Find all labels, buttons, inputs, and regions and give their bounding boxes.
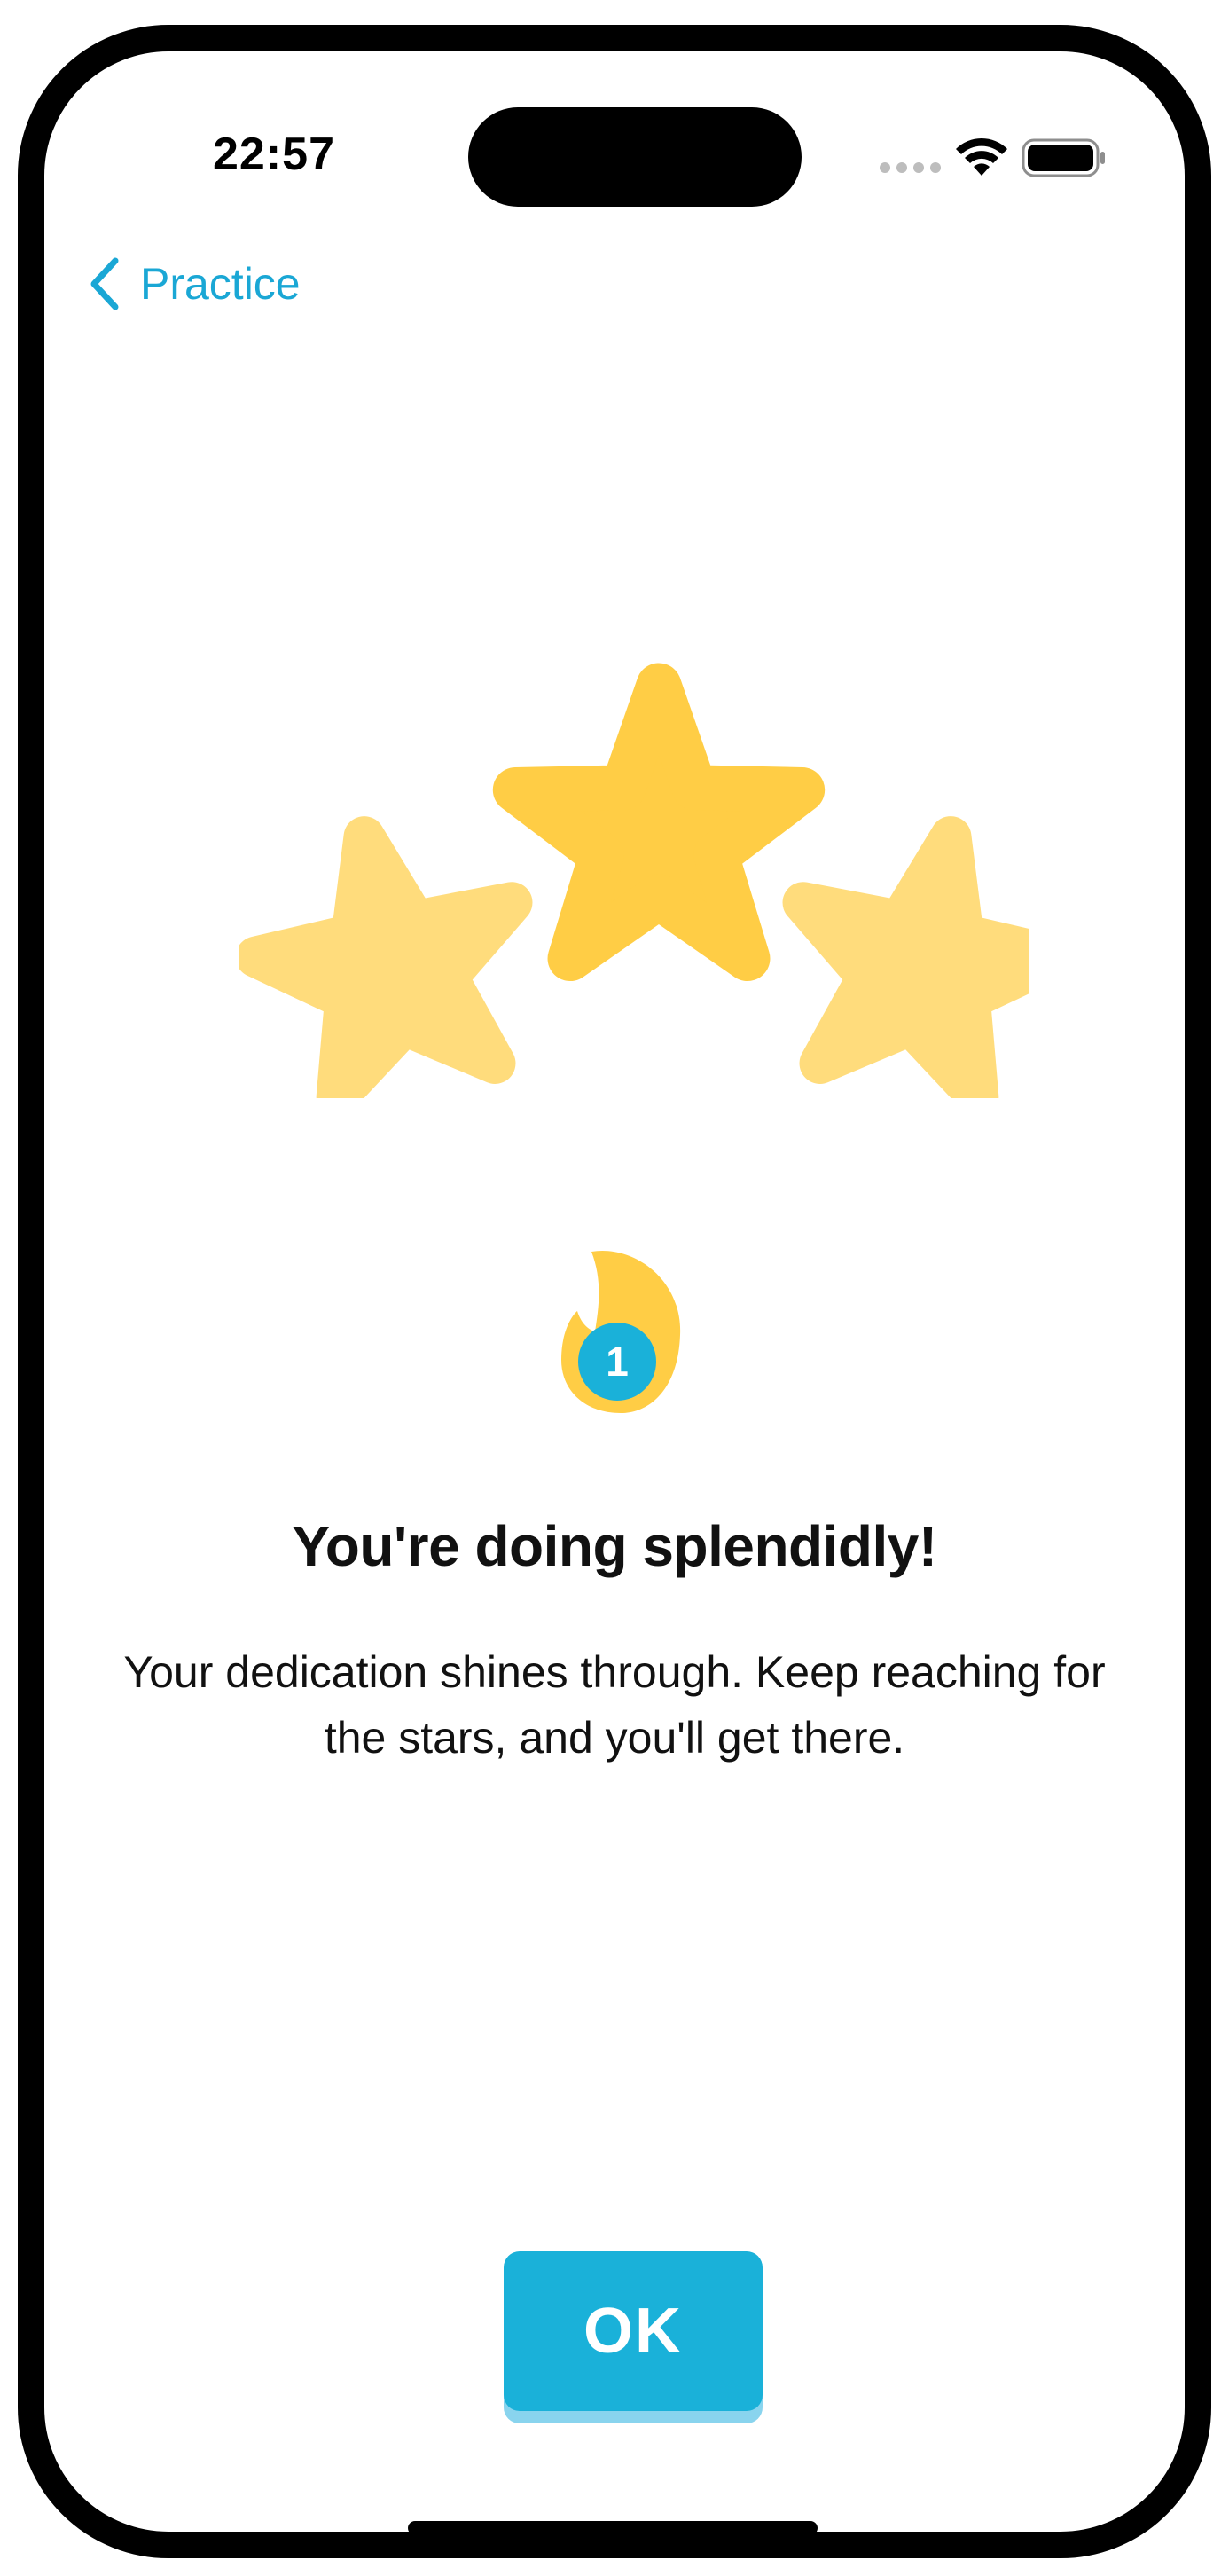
cellular-signal-icon (880, 162, 942, 173)
star-rating (239, 663, 1029, 1098)
wifi-icon (956, 137, 1007, 176)
result-message: Your dedication shines through. Keep rea… (123, 1647, 1106, 1763)
star-left-icon (239, 816, 533, 1098)
result-headline: You're doing splendidly! (292, 1514, 937, 1578)
star-right-icon (782, 816, 1029, 1098)
home-indicator[interactable] (408, 2521, 818, 2532)
ok-button-wrap: OK (504, 2251, 763, 2423)
star-center-icon (492, 663, 826, 982)
phone-screen: 22:57 Practice 1 You're doing splendidly… (18, 25, 1211, 2558)
ok-button[interactable]: OK (504, 2251, 763, 2411)
streak-badge: 1 (545, 1227, 701, 1440)
status-bar: 22:57 (44, 51, 1185, 207)
status-time: 22:57 (213, 129, 335, 180)
chevron-left-icon (90, 257, 119, 310)
back-button[interactable]: Practice (89, 248, 301, 319)
streak-count: 1 (606, 1339, 629, 1385)
dynamic-island (468, 107, 802, 207)
battery-icon (1022, 138, 1105, 177)
back-label: Practice (140, 259, 301, 309)
